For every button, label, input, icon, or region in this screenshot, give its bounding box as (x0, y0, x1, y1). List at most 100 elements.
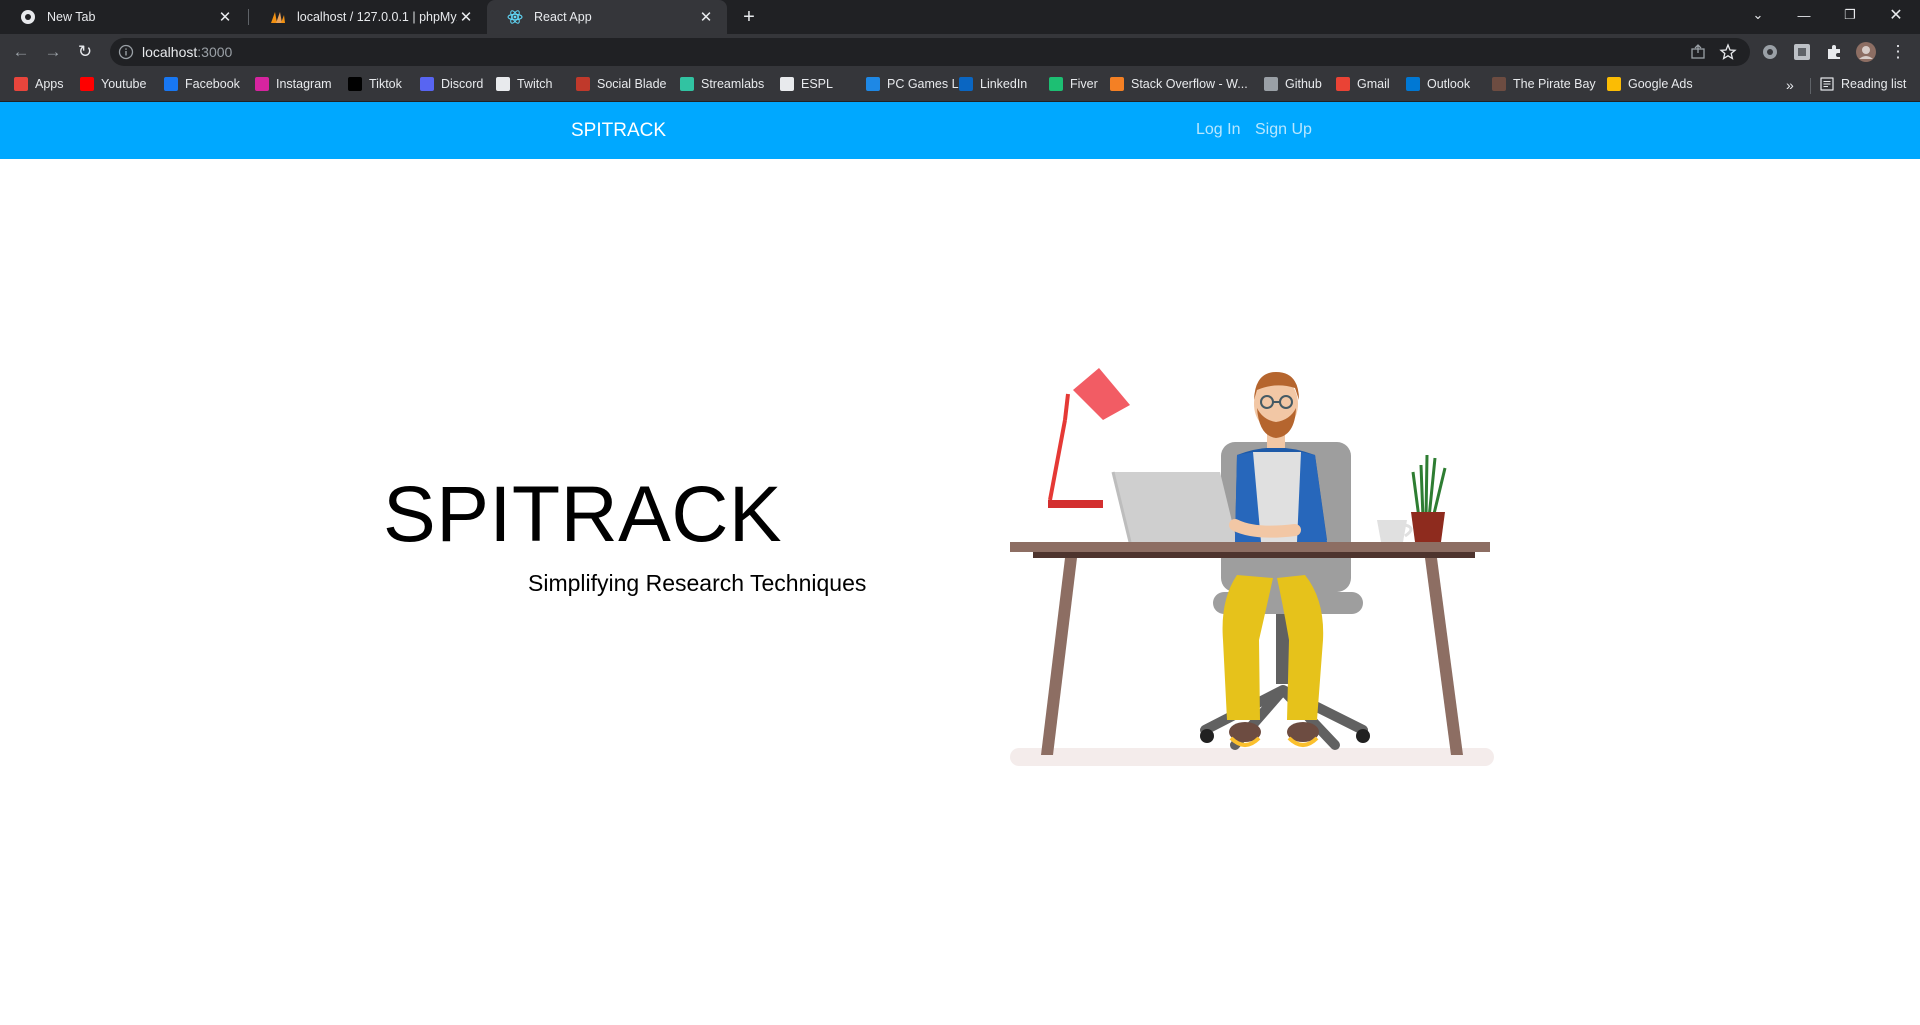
reload-icon[interactable]: ↻ (73, 40, 97, 64)
stackoverflow-icon (1110, 77, 1124, 91)
discord-icon (420, 77, 434, 91)
bookmark-stack-overflow-w[interactable]: Stack Overflow - W... (1110, 77, 1248, 91)
navbar-brand[interactable]: SPITRACK (571, 120, 666, 142)
tab-title: New Tab (47, 10, 96, 24)
github-icon (1264, 77, 1278, 91)
extension-icon[interactable] (1793, 43, 1811, 61)
window-close-icon[interactable]: ✕ (1873, 0, 1919, 30)
bookmark-social-blade[interactable]: Social Blade (576, 77, 667, 91)
extension-icon[interactable] (1761, 43, 1779, 61)
bookmark-facebook[interactable]: Facebook (164, 77, 240, 91)
close-icon[interactable]: ✕ (216, 8, 234, 26)
tab-react-app[interactable]: React App ✕ (487, 0, 727, 34)
menu-dots-icon[interactable]: ⋮ (1886, 40, 1910, 64)
reading-list-button[interactable]: Reading list (1820, 77, 1906, 91)
avatar[interactable] (1855, 41, 1877, 63)
bookmark-twitch[interactable]: Twitch (496, 77, 552, 91)
bookmarks-separator (1810, 78, 1811, 94)
bookmarks-bar: » Reading list Apps Youtube Facebook Instag… (0, 70, 1920, 102)
tab-title: localhost / 127.0.0.1 | phpMyAdmin (297, 10, 457, 24)
bookmark-google-ads[interactable]: Google Ads (1607, 77, 1693, 91)
man-at-desk-illustration (1010, 368, 1494, 766)
puzzle-icon[interactable] (1825, 43, 1843, 61)
forward-arrow-icon[interactable]: → (41, 40, 65, 64)
site-navbar: SPITRACK Log In Sign Up (0, 102, 1920, 159)
bookmark-apps[interactable]: Apps (14, 77, 64, 91)
bookmark-label: Social Blade (597, 77, 667, 91)
linkedin-icon (959, 77, 973, 91)
bookmark-label: Tiktok (369, 77, 402, 91)
share-icon[interactable] (1689, 43, 1707, 61)
bookmark-label: Discord (441, 77, 484, 91)
info-icon[interactable] (118, 44, 134, 60)
hero-subtitle: Simplifying Research Techniques (528, 570, 867, 596)
outlook-icon (1406, 77, 1420, 91)
bookmark-discord[interactable]: Discord (420, 77, 483, 91)
gmail-icon (1336, 77, 1350, 91)
bookmark-label: ESPL (801, 77, 833, 91)
bookmark-github[interactable]: Github (1264, 77, 1322, 91)
minimize-icon[interactable]: — (1781, 0, 1827, 30)
instagram-icon (255, 77, 269, 91)
back-arrow-icon[interactable]: ← (9, 40, 33, 64)
reading-list-label: Reading list (1841, 77, 1907, 91)
bookmark-label: LinkedIn (980, 77, 1028, 91)
bookmark-label: Github (1285, 77, 1322, 91)
bookmark-instagram[interactable]: Instagram (255, 77, 332, 91)
hero-title: SPITRACK (383, 469, 783, 558)
restore-icon[interactable]: ❐ (1827, 0, 1873, 30)
bookmark-label: Fiver (1070, 77, 1098, 91)
address-bar[interactable]: localhost:3000 (110, 38, 1750, 66)
bookmark-label: Instagram (276, 77, 332, 91)
tab-separator (248, 9, 249, 25)
youtube-icon (80, 77, 94, 91)
apps-grid-icon (14, 77, 28, 91)
react-icon (507, 10, 523, 24)
facebook-icon (164, 77, 178, 91)
chrome-icon (21, 10, 35, 24)
url-port: :3000 (197, 44, 233, 60)
espl-icon (780, 77, 794, 91)
fiverr-icon (1049, 77, 1063, 91)
tab-title: React App (534, 10, 592, 24)
signup-link[interactable]: Sign Up (1255, 121, 1312, 139)
tab-strip: New Tab ✕ localhost / 127.0.0.1 | phpMyA… (0, 0, 1920, 34)
tab-search-icon[interactable]: ⌄ (1735, 0, 1781, 30)
bookmark-label: Youtube (101, 77, 147, 91)
bookmark-fiver[interactable]: Fiver (1049, 77, 1098, 91)
bookmark-label: Streamlabs (701, 77, 765, 91)
new-tab-button[interactable]: + (737, 5, 761, 29)
bookmark-youtube[interactable]: Youtube (80, 77, 146, 91)
bookmark-label: Gmail (1357, 77, 1390, 91)
bookmark-linkedin[interactable]: LinkedIn (959, 77, 1027, 91)
bookmark-label: Facebook (185, 77, 240, 91)
bookmark-tiktok[interactable]: Tiktok (348, 77, 402, 91)
tab-new-tab[interactable]: New Tab ✕ (0, 0, 246, 34)
bookmark-label: Twitch (517, 77, 553, 91)
login-link[interactable]: Log In (1196, 121, 1240, 139)
phpmyadmin-icon (271, 12, 285, 23)
bookmarks-overflow-chevron-icon[interactable]: » (1786, 77, 1794, 93)
socialblade-icon (576, 77, 590, 91)
bookmark-gmail[interactable]: Gmail (1336, 77, 1390, 91)
bookmark-label: The Pirate Bay (1513, 77, 1596, 91)
url-host: localhost (142, 44, 198, 60)
close-icon[interactable]: ✕ (457, 8, 475, 26)
bookmark-star-icon[interactable] (1719, 43, 1737, 61)
piratebay-icon (1492, 77, 1506, 91)
bookmark-label: Outlook (1427, 77, 1471, 91)
tab-phpmyadmin[interactable]: localhost / 127.0.0.1 | phpMyAdmin ✕ (250, 0, 487, 34)
pcgameslab-icon (866, 77, 880, 91)
bookmark-pc-games-lab[interactable]: PC Games Lab (866, 77, 972, 91)
bookmark-label: Apps (35, 77, 64, 91)
bookmark-label: Stack Overflow - W... (1131, 77, 1248, 91)
twitch-icon (496, 77, 510, 91)
bookmark-the-pirate-bay[interactable]: The Pirate Bay (1492, 77, 1596, 91)
url-text: localhost:3000 (142, 44, 232, 60)
streamlabs-icon (680, 77, 694, 91)
bookmark-streamlabs[interactable]: Streamlabs (680, 77, 764, 91)
close-icon[interactable]: ✕ (697, 8, 715, 26)
browser-toolbar: ← → ↻ localhost:3000 ⋮ (0, 34, 1920, 70)
bookmark-outlook[interactable]: Outlook (1406, 77, 1470, 91)
bookmark-espl[interactable]: ESPL (780, 77, 833, 91)
